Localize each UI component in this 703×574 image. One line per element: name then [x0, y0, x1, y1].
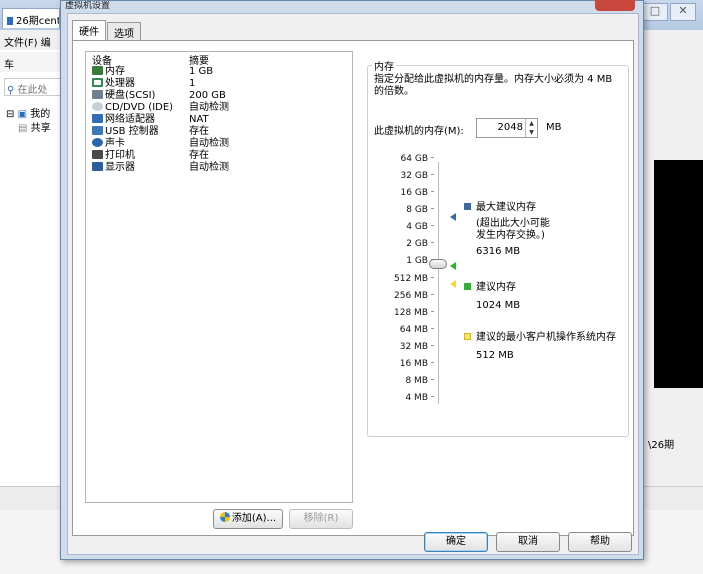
shared-icon: ▤	[18, 123, 28, 134]
cd-dvd-icon	[92, 102, 103, 111]
scale-tick: 4 GB	[406, 222, 434, 232]
memory-field-label: 此虚拟机的内存(M):	[374, 126, 464, 137]
scale-tick: 64 GB	[401, 154, 434, 164]
memory-unit: MB	[546, 122, 562, 133]
device-row-display[interactable]: 显示器 自动检测	[86, 162, 352, 174]
search-icon: ⚲	[7, 85, 15, 96]
printer-icon	[92, 150, 103, 159]
memory-icon	[92, 66, 103, 75]
device-list: 设备 摘要 内存 1 GB 处理器 1 硬盘(SCSI) 200 GB CD/DVD (…	[85, 51, 353, 503]
hardware-panel: 设备 摘要 内存 1 GB 处理器 1 硬盘(SCSI) 200 GB CD/DVD (…	[72, 40, 634, 536]
min-legend-swatch	[464, 333, 471, 340]
tab-hardware[interactable]: 硬件	[72, 20, 106, 40]
hard-disk-icon	[92, 90, 103, 99]
background-library-tree: ⊟ ▣ 我的 ▤ 共享	[6, 108, 51, 136]
scale-tick: 2 GB	[406, 239, 434, 249]
scale-tick: 16 GB	[401, 188, 434, 198]
cpu-icon	[92, 78, 103, 87]
dialog-tabs: 硬件 选项	[72, 20, 142, 40]
memory-group-title: 内存	[372, 58, 396, 73]
background-menubar[interactable]: 文件(F) 编	[0, 30, 62, 50]
memory-slider-track[interactable]	[438, 162, 439, 404]
ok-button[interactable]: 确定	[424, 532, 488, 552]
scale-tick: 128 MB	[394, 308, 434, 318]
device-row-memory[interactable]: 内存 1 GB	[86, 66, 352, 78]
device-row-cd-dvd[interactable]: CD/DVD (IDE) 自动检测	[86, 102, 352, 114]
legend-recommended: 建议内存 1024 MB	[464, 282, 520, 312]
dialog-title: 虚拟机设置	[65, 1, 111, 11]
display-icon	[92, 162, 103, 171]
background-vm-tab[interactable]: 26期cent	[2, 8, 60, 28]
tree-item-my-computer[interactable]: ⊟ ▣ 我的	[6, 108, 51, 122]
computer-icon: ▣	[17, 109, 28, 120]
memory-spinner[interactable]: ▲ ▼	[525, 119, 537, 137]
device-row-usb[interactable]: USB 控制器 存在	[86, 126, 352, 138]
recommended-legend-swatch	[464, 283, 471, 290]
network-adapter-icon	[92, 114, 103, 123]
device-row-network-adapter[interactable]: 网络适配器 NAT	[86, 114, 352, 126]
memory-description: 指定分配给此虚拟机的内存量。内存大小必须为 4 MB 的倍数。	[374, 74, 613, 97]
spin-up-icon[interactable]: ▲	[526, 119, 537, 128]
device-row-printer[interactable]: 打印机 存在	[86, 150, 352, 162]
max-legend-swatch	[464, 203, 471, 210]
background-path-text: \26期	[648, 440, 675, 451]
scale-tick: 32 MB	[400, 342, 434, 352]
scale-tick: 8 GB	[406, 205, 434, 215]
scale-tick: 32 GB	[401, 171, 434, 181]
vm-icon	[7, 17, 13, 25]
scale-tick: 16 MB	[400, 359, 434, 369]
device-rows: 内存 1 GB 处理器 1 硬盘(SCSI) 200 GB CD/DVD (IDE) 自…	[86, 66, 352, 174]
close-icon[interactable]: ✕	[670, 3, 696, 21]
dialog-body: 硬件 选项 设备 摘要 内存 1 GB 处理器 1 硬盘(SCSI) 200 GB CD…	[67, 13, 639, 555]
add-device-button[interactable]: 添加(A)...	[213, 509, 283, 529]
tab-options[interactable]: 选项	[107, 22, 141, 40]
header-device[interactable]: 设备	[92, 52, 189, 67]
recommended-marker	[450, 262, 456, 270]
memory-input[interactable]: 2048 ▲ ▼	[476, 118, 538, 138]
background-window-controls: □ ✕	[640, 3, 702, 23]
scale-tick: 4 MB	[405, 393, 434, 403]
scale-tick: 64 MB	[400, 325, 434, 335]
device-row-hard-disk[interactable]: 硬盘(SCSI) 200 GB	[86, 90, 352, 102]
tree-item-shared[interactable]: ▤ 共享	[6, 122, 51, 136]
remove-device-button[interactable]: 移除(R)	[289, 509, 353, 529]
shield-icon	[219, 512, 230, 522]
dialog-close-button[interactable]	[595, 0, 635, 11]
memory-slider-thumb[interactable]	[429, 259, 447, 269]
legend-min-recommended: 建议的最小客户机操作系统内存 512 MB	[464, 332, 616, 362]
scale-tick: 256 MB	[394, 291, 434, 301]
device-row-cpu[interactable]: 处理器 1	[86, 78, 352, 90]
device-row-sound-card[interactable]: 声卡 自动检测	[86, 138, 352, 150]
background-search-input[interactable]: ⚲ 在此处	[4, 78, 62, 96]
help-button[interactable]: 帮助	[568, 532, 632, 552]
background-console-preview	[654, 160, 703, 388]
vm-settings-dialog: 虚拟机设置 硬件 选项 设备 摘要 内存 1 GB 处理器 1 硬盘(SCSI) 200…	[60, 0, 644, 560]
sound-card-icon	[92, 138, 103, 147]
header-summary[interactable]: 摘要	[189, 52, 209, 67]
max-recommended-marker	[450, 213, 456, 221]
cancel-button[interactable]: 取消	[496, 532, 560, 552]
scale-tick: 8 MB	[405, 376, 434, 386]
usb-icon	[92, 126, 103, 135]
device-list-header: 设备 摘要	[86, 52, 352, 67]
legend-max-recommended: 最大建议内存 (超出此大小可能 发生内存交换。) 6316 MB	[464, 202, 550, 258]
background-toolbar: 车	[0, 52, 62, 72]
maximize-icon[interactable]: □	[642, 3, 668, 21]
min-recommended-marker	[450, 280, 456, 288]
spin-down-icon[interactable]: ▼	[526, 128, 537, 137]
memory-group: 内存 指定分配给此虚拟机的内存量。内存大小必须为 4 MB 的倍数。 此虚拟机的…	[367, 58, 629, 437]
scale-tick: 512 MB	[394, 274, 434, 284]
